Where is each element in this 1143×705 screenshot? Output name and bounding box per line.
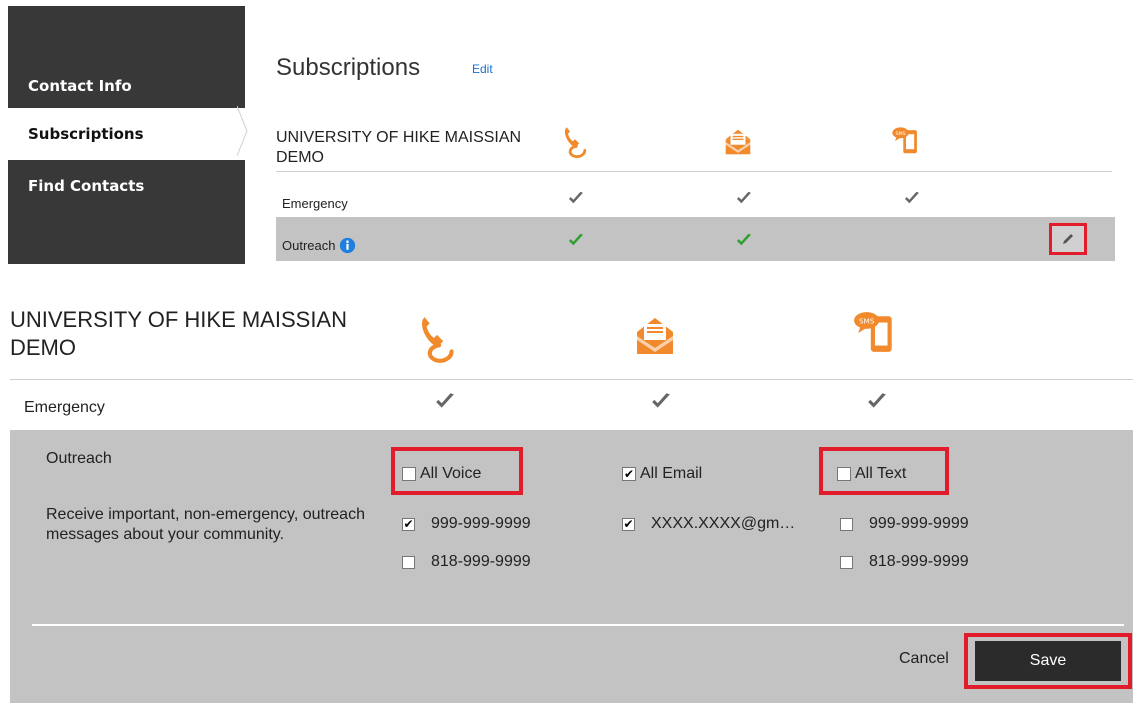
edit-row-button[interactable] <box>1049 223 1087 255</box>
email-check-icon <box>735 191 753 205</box>
all-text-checkbox[interactable]: All Text <box>837 465 906 483</box>
active-tab-arrow <box>237 105 248 157</box>
email-icon <box>723 126 753 158</box>
all-text-label: All Text <box>855 465 907 482</box>
sidebar-item-label: Find Contacts <box>28 177 145 195</box>
page-title: Subscriptions <box>276 54 421 81</box>
row-label-outreach: Outreach <box>282 237 356 254</box>
checkbox[interactable]: ✔ <box>622 467 636 481</box>
text-check-icon <box>903 191 921 205</box>
voice-number-label: 818-999-9999 <box>431 553 531 570</box>
email-check-icon <box>650 392 672 410</box>
pencil-icon <box>1063 234 1073 244</box>
edit-link[interactable]: Edit <box>472 62 493 76</box>
voice-number-label: 999-999-9999 <box>431 515 531 532</box>
email-icon <box>631 314 679 358</box>
checkbox[interactable] <box>840 555 853 569</box>
all-email-checkbox[interactable]: ✔ All Email <box>622 465 702 483</box>
sms-icon <box>891 124 921 158</box>
checkbox[interactable] <box>837 467 851 481</box>
save-button[interactable]: Save <box>975 641 1121 681</box>
info-icon[interactable] <box>339 237 356 254</box>
sidebar-item-subscriptions[interactable]: Subscriptions <box>8 108 245 160</box>
text-number-option[interactable]: 999-999-9999 <box>840 515 969 533</box>
outreach-label: Outreach <box>282 238 336 253</box>
save-label: Save <box>1029 652 1067 669</box>
text-check-icon <box>866 392 888 410</box>
row-label-emergency: Emergency <box>24 399 105 416</box>
organization-name: UNIVERSITY OF HIKE MAISSIAN DEMO <box>10 307 347 360</box>
voice-icon <box>561 124 589 160</box>
divider <box>32 624 1124 626</box>
checkbox[interactable] <box>402 467 416 481</box>
checkbox[interactable]: ✔ <box>402 517 415 531</box>
sidebar-item-label: Contact Info <box>28 77 132 95</box>
divider <box>10 379 1133 380</box>
email-check-icon <box>735 233 753 247</box>
text-number-label: 818-999-9999 <box>869 553 969 570</box>
email-address-option[interactable]: ✔ XXXX.XXXX@gm… <box>622 515 795 533</box>
all-voice-label: All Voice <box>420 465 482 482</box>
email-address-label: XXXX.XXXX@gm… <box>651 515 796 532</box>
divider <box>276 171 1112 172</box>
sidebar-item-find-contacts[interactable]: Find Contacts <box>8 160 245 212</box>
voice-number-option[interactable]: 818-999-9999 <box>402 553 531 571</box>
text-number-label: 999-999-9999 <box>869 515 969 532</box>
checkbox[interactable]: ✔ <box>622 517 635 531</box>
voice-check-icon <box>434 392 456 410</box>
all-email-label: All Email <box>640 465 703 482</box>
organization-name: UNIVERSITY OF HIKE MAISSIAN DEMO <box>276 129 522 166</box>
sidebar: Contact Info Subscriptions Find Contacts <box>8 6 245 264</box>
outreach-title: Outreach <box>46 450 112 467</box>
checkbox[interactable] <box>840 517 853 531</box>
checkbox[interactable] <box>402 555 415 569</box>
voice-number-option[interactable]: ✔ 999-999-9999 <box>402 515 531 533</box>
cancel-button[interactable]: Cancel <box>899 650 949 668</box>
highlight-save: Save <box>964 633 1132 689</box>
row-label-emergency: Emergency <box>282 196 348 211</box>
sidebar-item-label: Subscriptions <box>28 125 144 143</box>
text-number-option[interactable]: 818-999-9999 <box>840 553 969 571</box>
voice-check-icon <box>567 233 585 247</box>
sidebar-item-contact-info[interactable]: Contact Info <box>8 60 245 112</box>
all-voice-checkbox[interactable]: All Voice <box>402 465 481 483</box>
outreach-description: Receive important, non-emergency, outrea… <box>46 506 365 543</box>
sms-icon <box>852 310 898 356</box>
voice-check-icon <box>567 191 585 205</box>
outreach-row <box>276 217 1115 261</box>
voice-icon <box>416 314 458 364</box>
